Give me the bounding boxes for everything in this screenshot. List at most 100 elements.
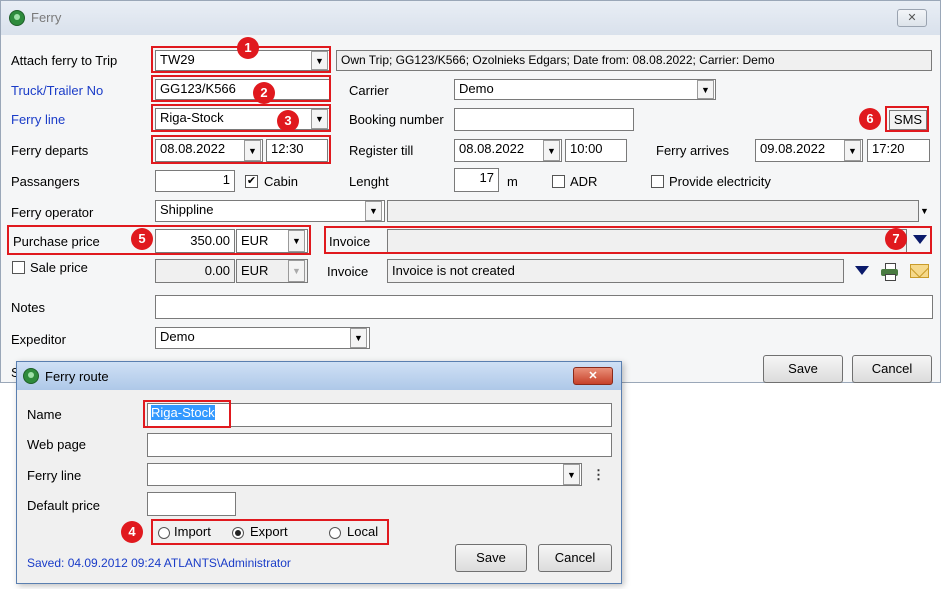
chevron-down-icon[interactable]: ▼	[350, 328, 367, 348]
arrives-label: Ferry arrives	[656, 143, 729, 158]
register-date-value: 08.08.2022	[459, 141, 525, 156]
register-time-field[interactable]: 10:00	[565, 139, 627, 162]
arrive-time-field[interactable]: 17:20	[867, 139, 930, 162]
route-ferry-line-select[interactable]	[147, 463, 582, 486]
radio-import[interactable]	[158, 527, 170, 539]
operator-info-field	[387, 200, 919, 222]
badge-5: 5	[131, 228, 153, 250]
depart-time-field[interactable]: 12:30	[266, 139, 328, 162]
sms-button[interactable]: SMS	[889, 110, 927, 130]
default-price-field[interactable]	[147, 492, 236, 516]
cabin-checkbox[interactable]: ✔	[245, 175, 258, 188]
arrow-down-icon[interactable]	[913, 235, 927, 244]
close-icon: ✕	[588, 370, 598, 382]
expeditor-label: Expeditor	[11, 332, 66, 347]
ferry-line-select[interactable]: Riga-Stock	[155, 108, 330, 130]
carrier-select[interactable]: Demo	[454, 79, 716, 100]
trip-info-text: Own Trip; GG123/K566; Ozolnieks Edgars; …	[341, 53, 775, 67]
adr-label: ADR	[570, 174, 598, 189]
cancel-label: Cancel	[871, 361, 913, 376]
invoice-field	[387, 229, 907, 253]
route-name-field[interactable]: Riga-Stock	[147, 403, 612, 427]
ferry-departs-label: Ferry departs	[11, 143, 89, 158]
electricity-checkbox[interactable]	[651, 175, 664, 188]
app-logo-icon	[23, 368, 39, 384]
chevron-down-icon[interactable]: ▼	[916, 200, 933, 222]
adr-checkbox[interactable]	[552, 175, 565, 188]
electricity-label: Provide electricity	[669, 174, 771, 189]
operator-value: Shippline	[160, 202, 214, 217]
depart-date-value: 08.08.2022	[160, 141, 226, 156]
badge-1: 1	[237, 37, 259, 59]
route-name-label: Name	[27, 407, 62, 422]
chevron-down-icon[interactable]: ▼	[563, 464, 580, 485]
ferry-line-value: Riga-Stock	[160, 110, 224, 125]
radio-local[interactable]	[329, 527, 341, 539]
chevron-down-icon[interactable]: ▼	[311, 51, 328, 70]
truck-field[interactable]: GG123/K566	[155, 79, 330, 100]
sale-label: Sale price	[30, 260, 88, 275]
ferry-route-dialog: Ferry route ✕ Name Riga-Stock Web page F…	[16, 361, 622, 584]
default-price-label: Default price	[27, 498, 100, 513]
close-button[interactable]: ✕	[897, 9, 927, 27]
badge-6: 6	[859, 108, 881, 130]
chevron-down-icon[interactable]: ▼	[288, 230, 305, 252]
invoice2-value: Invoice is not created	[392, 263, 515, 278]
trip-info-field: Own Trip; GG123/K566; Ozolnieks Edgars; …	[336, 50, 932, 71]
chevron-down-icon[interactable]: ▼	[311, 109, 328, 129]
purchase-currency-value: EUR	[241, 233, 269, 248]
notes-field[interactable]	[155, 295, 933, 319]
cancel-button[interactable]: Cancel	[852, 355, 932, 383]
purchase-price-field[interactable]: 350.00	[155, 229, 235, 253]
sale-price-field[interactable]: 0.00	[155, 259, 235, 283]
chevron-down-icon[interactable]: ▼	[244, 140, 261, 161]
dialog-close-button[interactable]: ✕	[573, 367, 613, 385]
operator-label: Ferry operator	[11, 205, 94, 220]
register-time-value: 10:00	[570, 141, 603, 156]
arrow-down-icon[interactable]	[855, 266, 869, 275]
route-save-label: Save	[476, 550, 506, 565]
badge-4: 4	[121, 521, 143, 543]
chevron-down-icon[interactable]: ▼	[844, 140, 861, 161]
truck-label[interactable]: Truck/Trailer No	[11, 83, 103, 99]
sale-price-checkbox[interactable]	[12, 261, 25, 274]
purchase-label: Purchase price	[13, 234, 100, 249]
chevron-down-icon[interactable]: ▼	[543, 140, 560, 161]
invoice-label: Invoice	[329, 234, 371, 249]
print-icon[interactable]	[881, 263, 898, 281]
app-logo-icon	[9, 10, 25, 26]
web-page-field[interactable]	[147, 433, 612, 457]
register-label: Register till	[349, 143, 414, 158]
route-save-button[interactable]: Save	[455, 544, 527, 572]
notes-label: Notes	[11, 300, 45, 315]
passengers-field[interactable]: 1	[155, 170, 235, 192]
badge-3: 3	[277, 110, 299, 132]
more-icon[interactable]: ⋮	[592, 467, 605, 483]
route-cancel-button[interactable]: Cancel	[538, 544, 612, 572]
passengers-label: Passangers	[11, 174, 80, 189]
length-label: Lenght	[349, 174, 389, 189]
route-cancel-label: Cancel	[554, 550, 596, 565]
radio-export[interactable]	[232, 527, 244, 539]
length-unit: m	[507, 174, 518, 189]
expeditor-value: Demo	[160, 329, 195, 344]
chevron-down-icon[interactable]: ▼	[288, 260, 305, 282]
title-bar: Ferry ✕	[1, 1, 940, 35]
booking-field[interactable]	[454, 108, 634, 131]
length-field[interactable]: 17	[454, 168, 499, 192]
chevron-down-icon[interactable]: ▼	[697, 80, 714, 99]
ferry-window: Ferry ✕ Attach ferry to Trip TW29 ▼ Own …	[0, 0, 941, 383]
chevron-down-icon[interactable]: ▼	[365, 201, 382, 221]
invoice2-field: Invoice is not created	[387, 259, 844, 283]
operator-select[interactable]: Shippline	[155, 200, 385, 222]
expeditor-select[interactable]: Demo	[155, 327, 370, 349]
save-button[interactable]: Save	[763, 355, 843, 383]
radio-import-label: Import	[174, 524, 211, 539]
invoice2-label: Invoice	[327, 264, 369, 279]
booking-label: Booking number	[349, 112, 444, 127]
envelope-icon[interactable]	[910, 259, 929, 278]
attach-trip-value: TW29	[160, 52, 195, 67]
ferry-line-label[interactable]: Ferry line	[11, 112, 65, 128]
route-ferry-line-label: Ferry line	[27, 468, 82, 483]
carrier-value: Demo	[459, 81, 494, 96]
